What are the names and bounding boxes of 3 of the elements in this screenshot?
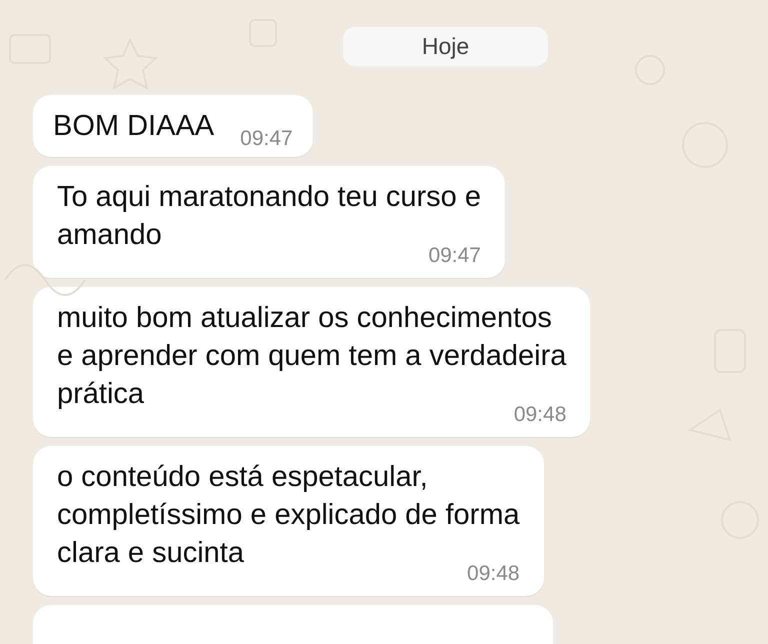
date-chip: Hoje <box>343 27 548 66</box>
message-time: 09:47 <box>240 126 293 150</box>
message-text: BOM DIAAA <box>53 108 214 144</box>
